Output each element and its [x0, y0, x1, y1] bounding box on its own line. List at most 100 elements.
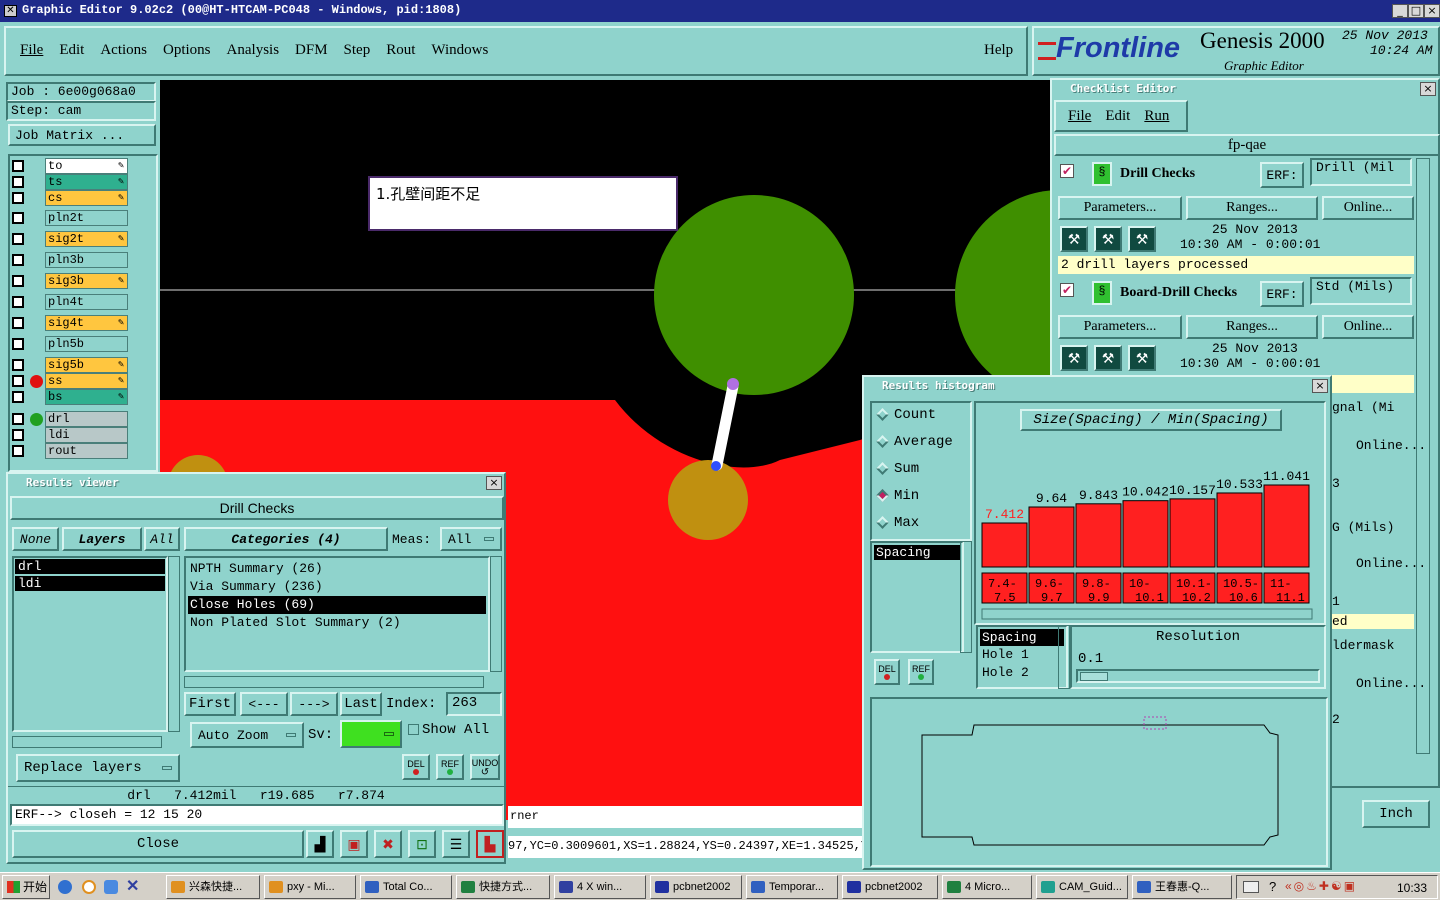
ie-icon[interactable] — [58, 880, 72, 894]
menu-help[interactable]: Help — [984, 42, 1013, 59]
layer-row-ldi[interactable]: ldi — [12, 427, 128, 443]
menu-windows[interactable]: Windows — [431, 42, 488, 59]
toolbar-icon-2[interactable]: ▣ — [340, 830, 368, 858]
layer-row-sig2t[interactable]: sig2t ✎ — [12, 231, 128, 247]
help-icon[interactable]: ? — [1269, 879, 1276, 894]
close-button[interactable]: Close — [12, 830, 304, 858]
taskbar-task[interactable]: pcbnet2002 — [842, 875, 938, 899]
meas-dropdown[interactable]: All — [440, 527, 502, 551]
layer-checkbox[interactable] — [12, 445, 24, 457]
toolbar-icon-1[interactable]: ▟ — [306, 830, 334, 858]
histogram-bar[interactable] — [1169, 498, 1216, 568]
layer-row-sig4t[interactable]: sig4t ✎ — [12, 315, 128, 331]
taskbar-task[interactable]: pxy - Mi... — [264, 875, 356, 899]
layer-name[interactable]: ts ✎ — [45, 174, 128, 190]
sv-color-dropdown[interactable] — [340, 720, 402, 748]
checklist-menu-file[interactable]: File — [1068, 108, 1091, 125]
resolution-slider[interactable] — [1076, 669, 1320, 683]
menu-step[interactable]: Step — [344, 42, 371, 59]
layer-checkbox[interactable] — [12, 317, 24, 329]
fragment-line[interactable]: Online... — [1356, 556, 1426, 571]
histogram-list-scrollbar[interactable] — [960, 541, 972, 653]
attr-item-selected[interactable]: Spacing — [980, 629, 1064, 646]
first-button[interactable]: First — [184, 692, 236, 716]
histogram-del-icon[interactable]: DEL — [874, 659, 900, 685]
run-visible-icon[interactable]: ⚒ — [1094, 226, 1122, 252]
taskbar-task[interactable]: pcbnet2002 — [650, 875, 742, 899]
checklist-close-icon[interactable]: × — [1420, 82, 1436, 96]
ranges-button[interactable]: Ranges... — [1186, 196, 1318, 220]
layer-row-ss[interactable]: ss ✎ — [12, 373, 128, 389]
toolbar-icon-3[interactable]: ✖ — [374, 830, 402, 858]
job-matrix-button[interactable]: Job Matrix ... — [8, 124, 156, 146]
checklist-menu-run[interactable]: Run — [1144, 108, 1169, 125]
layer-checkbox[interactable] — [12, 233, 24, 245]
layer-row-rout[interactable]: rout — [12, 443, 128, 459]
layer-name[interactable]: drl — [45, 411, 128, 427]
layer-checkbox[interactable] — [12, 212, 24, 224]
layer-name[interactable]: sig4t ✎ — [45, 315, 128, 331]
index-field[interactable]: 263 — [446, 692, 502, 716]
layer-name[interactable]: pln3b — [45, 252, 128, 268]
layer-checkbox[interactable] — [12, 429, 24, 441]
histogram-bar[interactable] — [1263, 484, 1310, 568]
attr-list[interactable]: Spacing Hole 1 Hole 2 — [976, 625, 1068, 689]
menu-actions[interactable]: Actions — [100, 42, 147, 59]
chart-hscroll[interactable] — [981, 608, 1313, 620]
layer-row-pln4t[interactable]: pln4t — [12, 294, 128, 310]
auto-zoom-dropdown[interactable]: Auto Zoom — [190, 722, 304, 748]
mode-count[interactable]: Count — [876, 406, 966, 426]
menu-options[interactable]: Options — [163, 42, 211, 59]
taskbar-task[interactable]: CAM_Guid... — [1036, 875, 1128, 899]
layer-row-ts[interactable]: ts ✎ — [12, 174, 128, 190]
menu-edit[interactable]: Edit — [59, 42, 84, 59]
category-item-selected[interactable]: Close Holes (69) — [188, 596, 486, 614]
close-icon[interactable]: × — [1424, 4, 1440, 18]
maximize-icon[interactable]: □ — [1408, 4, 1424, 18]
layer-row-pln5b[interactable]: pln5b — [12, 336, 128, 352]
board-preview[interactable] — [870, 697, 1328, 867]
layer-row-pln2t[interactable]: pln2t — [12, 210, 128, 226]
layer-list-hscroll[interactable] — [12, 736, 162, 748]
results-viewer-close-icon[interactable]: × — [486, 476, 502, 490]
show-all-checkbox[interactable] — [408, 724, 419, 735]
taskbar-task[interactable]: 王春惠-Q... — [1132, 875, 1232, 899]
checklist-scrollbar[interactable] — [1416, 158, 1430, 754]
layers-button[interactable]: Layers — [62, 527, 142, 551]
attr-item[interactable]: Hole 2 — [978, 664, 1066, 682]
ref-icon[interactable]: REF — [436, 754, 464, 780]
replace-layers-dropdown[interactable]: Replace layers — [16, 754, 180, 782]
run-selected-icon[interactable]: ⚒ — [1128, 345, 1156, 371]
checklist-menu-edit[interactable]: Edit — [1105, 108, 1130, 125]
menu-dfm[interactable]: DFM — [295, 42, 328, 59]
parameters-button[interactable]: Parameters... — [1058, 196, 1182, 220]
layer-checkbox[interactable] — [12, 192, 24, 204]
radio-icon[interactable] — [876, 516, 889, 529]
menu-rout[interactable]: Rout — [386, 42, 415, 59]
run-selected-icon[interactable]: ⚒ — [1128, 226, 1156, 252]
layer-row-cs[interactable]: cs ✎ — [12, 190, 128, 206]
histogram-list[interactable]: Spacing — [870, 541, 964, 653]
clock-icon[interactable] — [82, 880, 96, 894]
layer-name[interactable]: to ✎ — [45, 158, 128, 174]
fragment-line[interactable]: Online... — [1356, 438, 1426, 453]
layer-row-bs[interactable]: bs ✎ — [12, 389, 128, 405]
layers-all-button[interactable]: All — [144, 527, 180, 551]
fragment-line[interactable]: Online... — [1356, 676, 1426, 691]
category-item[interactable]: Via Summary (236) — [188, 578, 486, 596]
del-icon[interactable]: DEL — [402, 754, 430, 780]
layer-name[interactable]: sig5b ✎ — [45, 357, 128, 373]
undo-icon[interactable]: UNDO ↺ — [470, 754, 500, 780]
layer-row-pln3b[interactable]: pln3b — [12, 252, 128, 268]
check-status-icon[interactable]: ✔ — [1060, 283, 1074, 297]
taskbar-task[interactable]: 兴森快捷... — [166, 875, 260, 899]
layer-checkbox[interactable] — [12, 391, 24, 403]
prev-button[interactable]: <--- — [240, 692, 288, 716]
layer-row-sig5b[interactable]: sig5b ✎ — [12, 357, 128, 373]
layer-checkbox[interactable] — [12, 375, 24, 387]
layer-result-ldi[interactable]: ldi — [15, 576, 165, 591]
next-button[interactable]: ---> — [290, 692, 338, 716]
categories-button[interactable]: Categories (4) — [184, 527, 388, 551]
taskbar-task[interactable]: 4 X win... — [554, 875, 646, 899]
layer-row-drl[interactable]: drl — [12, 411, 128, 427]
